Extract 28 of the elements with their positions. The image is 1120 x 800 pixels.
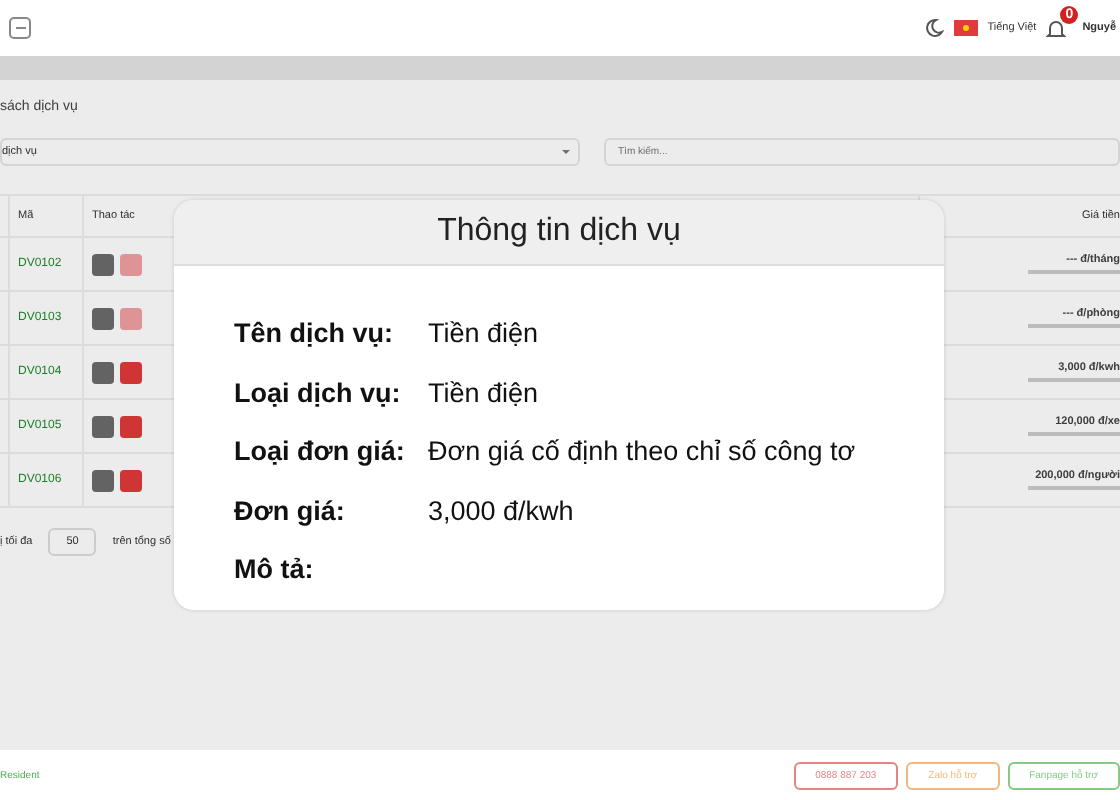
field-label: Mô tả:: [234, 554, 316, 585]
field-label: Tên dịch vụ:: [234, 318, 396, 349]
delete-button[interactable]: [120, 469, 142, 491]
flag-icon: [953, 20, 978, 36]
edit-button[interactable]: [92, 415, 114, 437]
delete-button[interactable]: [120, 361, 142, 383]
field-label: Loại đơn giá:: [234, 436, 407, 467]
field-value: Tiền điện: [428, 377, 539, 408]
caret-icon: [562, 150, 570, 154]
field-label: Đơn giá:: [234, 495, 347, 526]
moon-icon[interactable]: [923, 18, 944, 38]
field-label: Loại dịch vụ:: [234, 377, 403, 408]
edit-button[interactable]: [92, 307, 114, 329]
field-value: 3,000 đ/kwh: [428, 495, 574, 526]
note-line: [1028, 432, 1120, 436]
edit-button[interactable]: [92, 253, 114, 275]
note-line: [1028, 486, 1120, 490]
note-line: [1028, 378, 1120, 382]
note-line: [1028, 324, 1120, 328]
edit-button[interactable]: [92, 361, 114, 383]
field-value: Tiền điện: [428, 318, 539, 349]
field-value: Đơn giá cố định theo chỉ số công tơ: [428, 436, 856, 467]
delete-button[interactable]: [120, 415, 142, 437]
edit-button[interactable]: [92, 469, 114, 491]
bell-icon[interactable]: [1046, 17, 1067, 39]
modal-title: Thông tin dịch vụ: [174, 200, 944, 266]
sidebar-toggle-icon[interactable]: [8, 16, 32, 40]
note-line: [1028, 270, 1120, 274]
